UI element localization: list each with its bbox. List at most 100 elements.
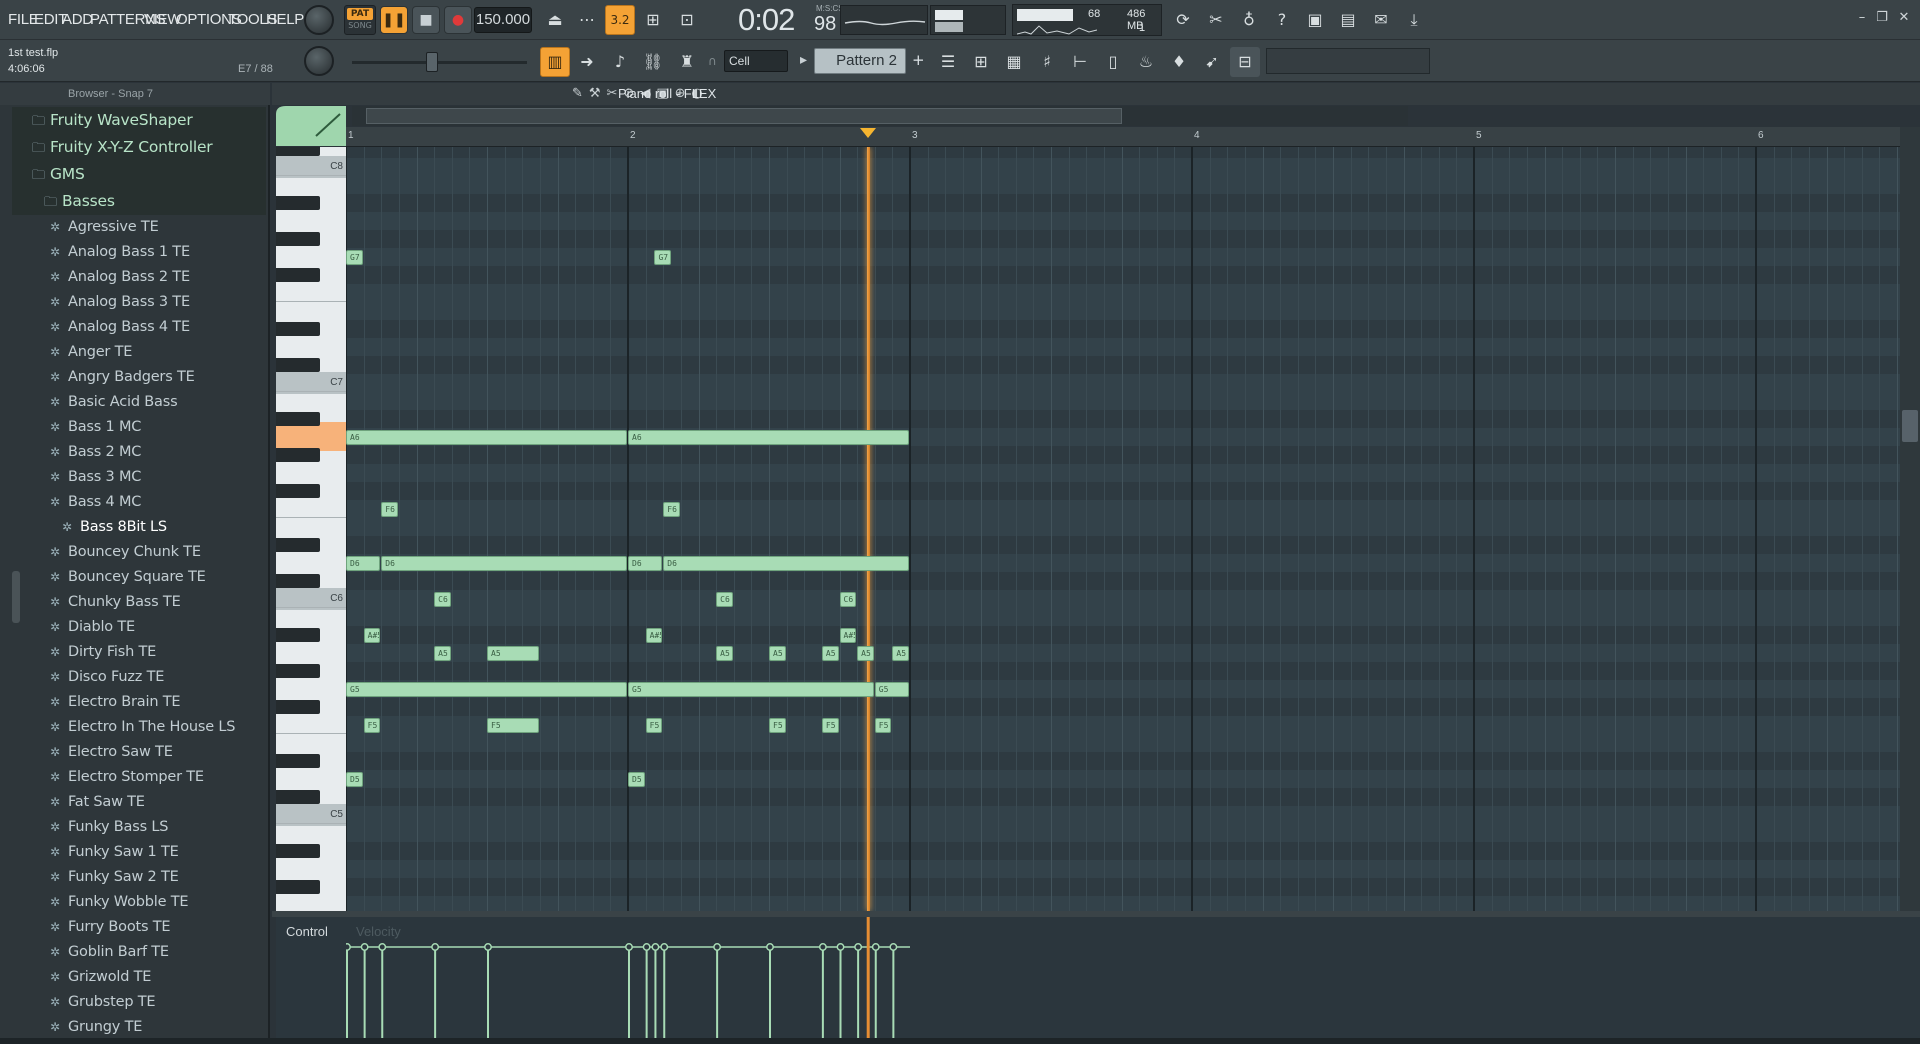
- plugin-icon[interactable]: ♪: [605, 47, 635, 77]
- browser-preset[interactable]: ✲ Bass 4 MC: [12, 490, 266, 515]
- velocity-handle[interactable]: [625, 943, 633, 951]
- browser-folder[interactable]: 🗀 Fruity WaveShaper: [12, 107, 266, 134]
- black-key[interactable]: [276, 448, 320, 462]
- blend-notes-icon[interactable]: ⊡: [672, 5, 702, 35]
- note[interactable]: F5: [821, 718, 839, 733]
- black-key[interactable]: [276, 538, 320, 552]
- browser-toggle-icon[interactable]: ⊢: [1065, 47, 1095, 77]
- browser-preset[interactable]: ✲ Bass 8Bit LS: [12, 515, 266, 540]
- browser-folder[interactable]: 🗀 GMS: [12, 161, 266, 188]
- browser-preset[interactable]: ✲ Electro Saw TE: [12, 740, 266, 765]
- pattern-select[interactable]: Pattern 2: [814, 48, 906, 74]
- browser-preset[interactable]: ✲ Funky Saw 1 TE: [12, 840, 266, 865]
- note[interactable]: A6: [346, 430, 627, 445]
- black-key[interactable]: [276, 628, 320, 642]
- browser-header[interactable]: Browser - Snap 7: [0, 83, 270, 105]
- black-key[interactable]: [276, 412, 320, 426]
- black-key[interactable]: [276, 147, 320, 156]
- black-key[interactable]: [276, 268, 320, 282]
- microphone-icon[interactable]: ♁: [1234, 5, 1264, 35]
- note[interactable]: A#5: [839, 628, 857, 643]
- browser-preset[interactable]: ✲ Basic Acid Bass: [12, 390, 266, 415]
- velocity-handle[interactable]: [766, 943, 774, 951]
- browser-preset[interactable]: ✲ Bass 2 MC: [12, 440, 266, 465]
- browser-preset[interactable]: ✲ Dirty Fish TE: [12, 640, 266, 665]
- browser-preset[interactable]: ✲ Goblin Barf TE: [12, 940, 266, 965]
- menu-help[interactable]: HELP: [266, 11, 304, 28]
- note[interactable]: G7: [654, 250, 672, 265]
- refresh-icon[interactable]: ⟳: [1168, 5, 1198, 35]
- play-pause-button[interactable]: ❚❚: [380, 6, 408, 34]
- velocity-handle[interactable]: [660, 943, 669, 951]
- time-ruler[interactable]: 1 2 3 4 5 6: [346, 127, 1900, 147]
- pattern-prev-icon[interactable]: ▸: [800, 52, 807, 68]
- browser-preset[interactable]: ✲ Chunky Bass TE: [12, 590, 266, 615]
- browser-folder[interactable]: 🗀 Fruity X-Y-Z Controller: [12, 134, 266, 161]
- black-key[interactable]: [276, 232, 320, 246]
- close-icon[interactable]: ✕: [1894, 10, 1914, 28]
- note[interactable]: A5: [716, 646, 733, 661]
- note-grid[interactable]: G7G7A6A6F6F6D6D6D6D6C6C6C6A#5A#5A#5A5A5A…: [346, 147, 1900, 911]
- stamp-icon[interactable]: ♜: [672, 47, 702, 77]
- note[interactable]: G5: [346, 682, 627, 697]
- help-icon[interactable]: ?: [1267, 5, 1297, 35]
- piano-roll-icon[interactable]: ▥: [540, 47, 570, 77]
- arrow-right-icon[interactable]: ➜: [572, 47, 602, 77]
- browser-preset[interactable]: ✲ Anger TE: [12, 340, 266, 365]
- tempo-display[interactable]: 150.000: [474, 7, 532, 33]
- velocity-handle[interactable]: [818, 943, 827, 951]
- corner-tool[interactable]: [276, 106, 346, 146]
- browser-preset[interactable]: ✲ Electro Brain TE: [12, 690, 266, 715]
- velocity-handle[interactable]: [360, 943, 369, 951]
- browser-preset[interactable]: ✲ Bouncey Chunk TE: [12, 540, 266, 565]
- master-pitch-knob[interactable]: [304, 46, 334, 76]
- vertical-scrollbar[interactable]: [1900, 127, 1920, 911]
- browser-preset[interactable]: ✲ Agressive TE: [12, 215, 266, 240]
- pitch-slider-thumb[interactable]: [426, 52, 438, 72]
- step-sequencer-icon[interactable]: ⊞: [966, 47, 996, 77]
- note[interactable]: A6: [628, 430, 909, 445]
- link-icon[interactable]: ⛓: [638, 47, 668, 77]
- note[interactable]: F5: [874, 718, 892, 733]
- velocity-handle[interactable]: [431, 943, 440, 951]
- pitch-slider-track[interactable]: [352, 61, 527, 64]
- velocity-lane[interactable]: [346, 917, 1900, 1038]
- channel-rack-icon[interactable]: ▦: [999, 47, 1029, 77]
- main-volume-knob[interactable]: [304, 5, 334, 35]
- black-key[interactable]: [276, 484, 320, 498]
- black-key[interactable]: [276, 700, 320, 714]
- note[interactable]: A5: [769, 646, 786, 661]
- browser-preset[interactable]: ✲ Analog Bass 4 TE: [12, 315, 266, 340]
- note[interactable]: G5: [874, 682, 909, 697]
- browser-preset[interactable]: ✲ Furry Boots TE: [12, 915, 266, 940]
- step-edit-icon[interactable]: ⊞: [638, 5, 668, 35]
- chat-icon[interactable]: ✉: [1366, 5, 1396, 35]
- mixer-icon[interactable]: ♯: [1032, 47, 1062, 77]
- velocity-handle[interactable]: [651, 943, 660, 951]
- note[interactable]: D6: [663, 556, 909, 571]
- black-key[interactable]: [276, 844, 320, 858]
- note[interactable]: A5: [434, 646, 451, 661]
- note[interactable]: A#5: [363, 628, 381, 643]
- playhead-marker-icon[interactable]: [859, 128, 876, 138]
- black-key[interactable]: [276, 664, 320, 678]
- master-volume-meter[interactable]: [930, 5, 1006, 35]
- black-key[interactable]: [276, 790, 320, 804]
- countdown-icon[interactable]: 3.2: [605, 5, 635, 35]
- browser-preset[interactable]: ✲ Grubstep TE: [12, 990, 266, 1015]
- piano-keyboard[interactable]: C8 C7 C6 C5: [276, 147, 346, 911]
- piano-roll-title[interactable]: Piano roll - FLEX: [618, 86, 716, 101]
- cut-icon[interactable]: ✂: [1201, 5, 1231, 35]
- browser-folder[interactable]: 🗀 Basses: [12, 188, 266, 215]
- note[interactable]: A5: [892, 646, 909, 661]
- note[interactable]: G7: [346, 250, 363, 265]
- save-icon[interactable]: ▣: [1300, 5, 1330, 35]
- browser-preset[interactable]: ✲ Diablo TE: [12, 615, 266, 640]
- browser-preset[interactable]: ✲ Analog Bass 1 TE: [12, 240, 266, 265]
- minimize-icon[interactable]: –: [1852, 10, 1872, 28]
- velocity-handle[interactable]: [346, 943, 351, 951]
- touch-controller-icon[interactable]: ♦: [1164, 47, 1194, 77]
- metronome-icon[interactable]: ⏏: [540, 5, 570, 35]
- black-key[interactable]: [276, 574, 320, 588]
- note[interactable]: A5: [857, 646, 874, 661]
